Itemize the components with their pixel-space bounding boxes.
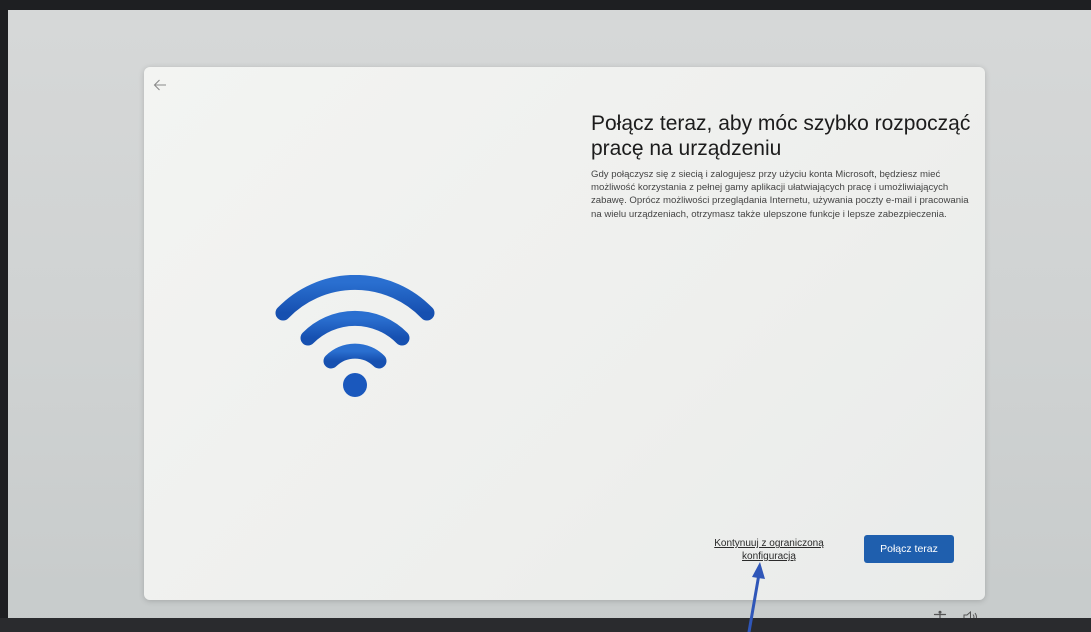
page-title: Połącz teraz, aby móc szybko rozpocząć p… bbox=[591, 112, 971, 160]
arrow-left-icon bbox=[153, 79, 166, 91]
description-text: Gdy połączysz się z siecią i zalogujesz … bbox=[591, 169, 969, 220]
setup-dialog: Połącz teraz, aby móc szybko rozpocząć p… bbox=[144, 67, 985, 600]
back-button[interactable] bbox=[150, 75, 170, 95]
screen: Połącz teraz, aby móc szybko rozpocząć p… bbox=[8, 10, 1091, 632]
monitor-bezel bbox=[0, 618, 1091, 632]
connect-now-button[interactable]: Połącz teraz bbox=[864, 535, 954, 563]
annotation-arrow-icon bbox=[747, 562, 765, 632]
wifi-icon bbox=[275, 275, 435, 397]
